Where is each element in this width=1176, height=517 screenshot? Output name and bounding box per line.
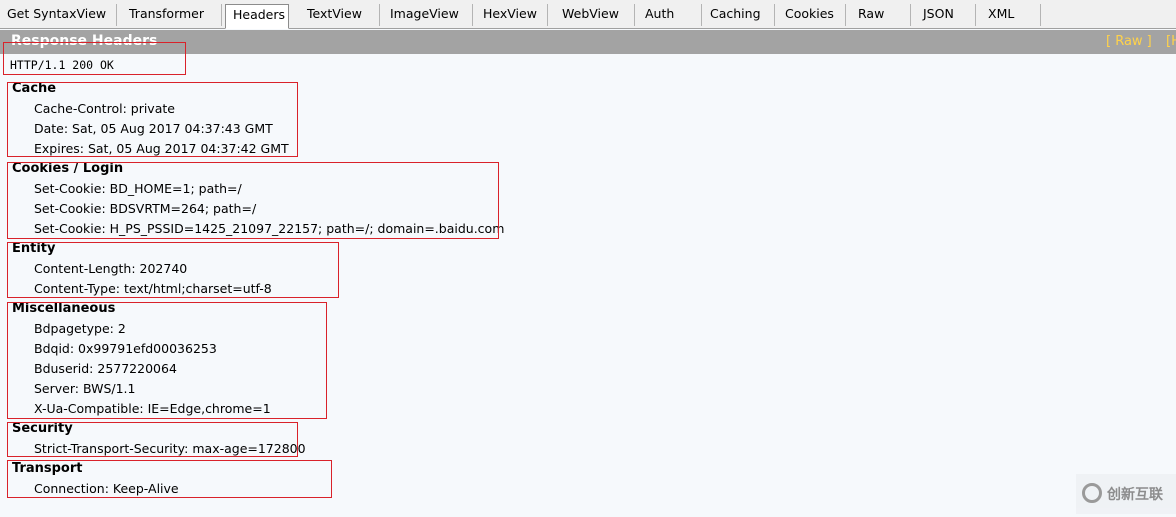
header-line: Bdqid: 0x99791efd00036253 [34, 341, 217, 356]
watermark-text: 创新互联 [1107, 487, 1163, 503]
watermark-logo: 创新互联 [1076, 474, 1176, 514]
header-line: Date: Sat, 05 Aug 2017 04:37:43 GMT [34, 121, 273, 136]
header-line: Set-Cookie: BD_HOME=1; path=/ [34, 181, 242, 196]
tab-auth[interactable]: Auth [638, 4, 702, 26]
header-definitions-link[interactable]: [H [1166, 34, 1176, 49]
tab-json[interactable]: JSON [916, 4, 976, 26]
tab-imageview[interactable]: ImageView [383, 4, 473, 26]
group-title-transport: Transport [12, 461, 83, 476]
logo-icon [1082, 483, 1102, 503]
tab-textview[interactable]: TextView [300, 4, 380, 26]
tab-webview[interactable]: WebView [555, 4, 635, 26]
header-line: Content-Length: 202740 [34, 261, 188, 276]
tab-caching[interactable]: Caching [703, 4, 775, 26]
tab-get-syntaxview[interactable]: Get SyntaxView [0, 4, 117, 26]
response-headers-title: Response Headers [11, 33, 158, 49]
group-title-cache: Cache [12, 81, 57, 96]
header-line: Bdpagetype: 2 [34, 321, 126, 336]
group-title-entity: Entity [12, 241, 56, 256]
header-line: Set-Cookie: BDSVRTM=264; path=/ [34, 201, 257, 216]
header-line: Expires: Sat, 05 Aug 2017 04:37:42 GMT [34, 141, 289, 156]
header-line: Bduserid: 2577220064 [34, 361, 177, 376]
header-line: Server: BWS/1.1 [34, 381, 136, 396]
inspector-tab-bar: Get SyntaxView Transformer Headers TextV… [0, 0, 1176, 29]
group-title-security: Security [12, 421, 73, 436]
status-line: HTTP/1.1 200 OK [10, 58, 114, 72]
header-line: Content-Type: text/html;charset=utf-8 [34, 281, 272, 296]
header-line: Set-Cookie: H_PS_PSSID=1425_21097_22157;… [34, 221, 505, 236]
tab-xml[interactable]: XML [981, 4, 1041, 26]
response-headers-bar: Response Headers [ Raw ] [H [0, 30, 1176, 54]
header-line: Strict-Transport-Security: max-age=17280… [34, 441, 306, 456]
header-line: Connection: Keep-Alive [34, 481, 179, 496]
tab-headers[interactable]: Headers [225, 4, 289, 29]
tab-raw[interactable]: Raw [851, 4, 911, 26]
raw-link[interactable]: [ Raw ] [1106, 34, 1152, 49]
group-title-miscellaneous: Miscellaneous [12, 301, 116, 316]
group-title-cookies-login: Cookies / Login [12, 161, 124, 176]
tab-hexview[interactable]: HexView [476, 4, 548, 26]
tab-transformer[interactable]: Transformer [117, 4, 222, 26]
header-line: X-Ua-Compatible: IE=Edge,chrome=1 [34, 401, 271, 416]
tab-cookies[interactable]: Cookies [778, 4, 846, 26]
header-line: Cache-Control: private [34, 101, 175, 116]
